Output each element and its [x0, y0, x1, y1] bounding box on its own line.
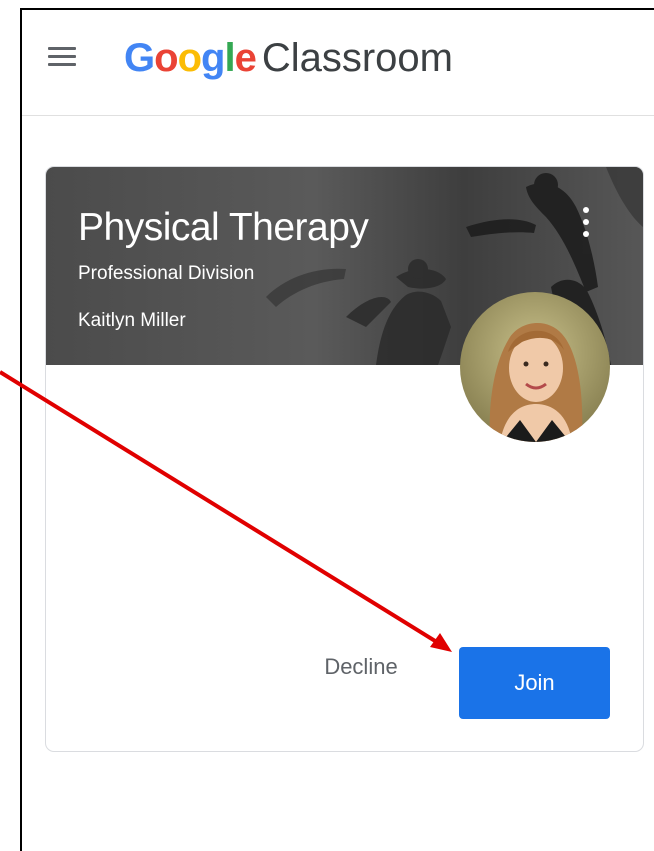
teacher-name: Kaitlyn Miller [78, 310, 186, 331]
google-classroom-logo[interactable]: Google Classroom [124, 34, 453, 82]
class-invitation-card: Physical Therapy Professional Division K… [45, 166, 644, 752]
app-header: Google Classroom [22, 10, 654, 116]
decline-button[interactable]: Decline [296, 645, 426, 689]
class-section: Professional Division [78, 263, 255, 284]
classroom-wordmark: Classroom [261, 36, 453, 80]
teacher-avatar [460, 292, 610, 442]
class-title[interactable]: Physical Therapy [78, 205, 369, 251]
join-button[interactable]: Join [459, 647, 610, 719]
google-wordmark: Google [124, 36, 257, 80]
hamburger-menu-icon[interactable] [48, 45, 76, 69]
more-vert-icon[interactable] [576, 205, 596, 239]
